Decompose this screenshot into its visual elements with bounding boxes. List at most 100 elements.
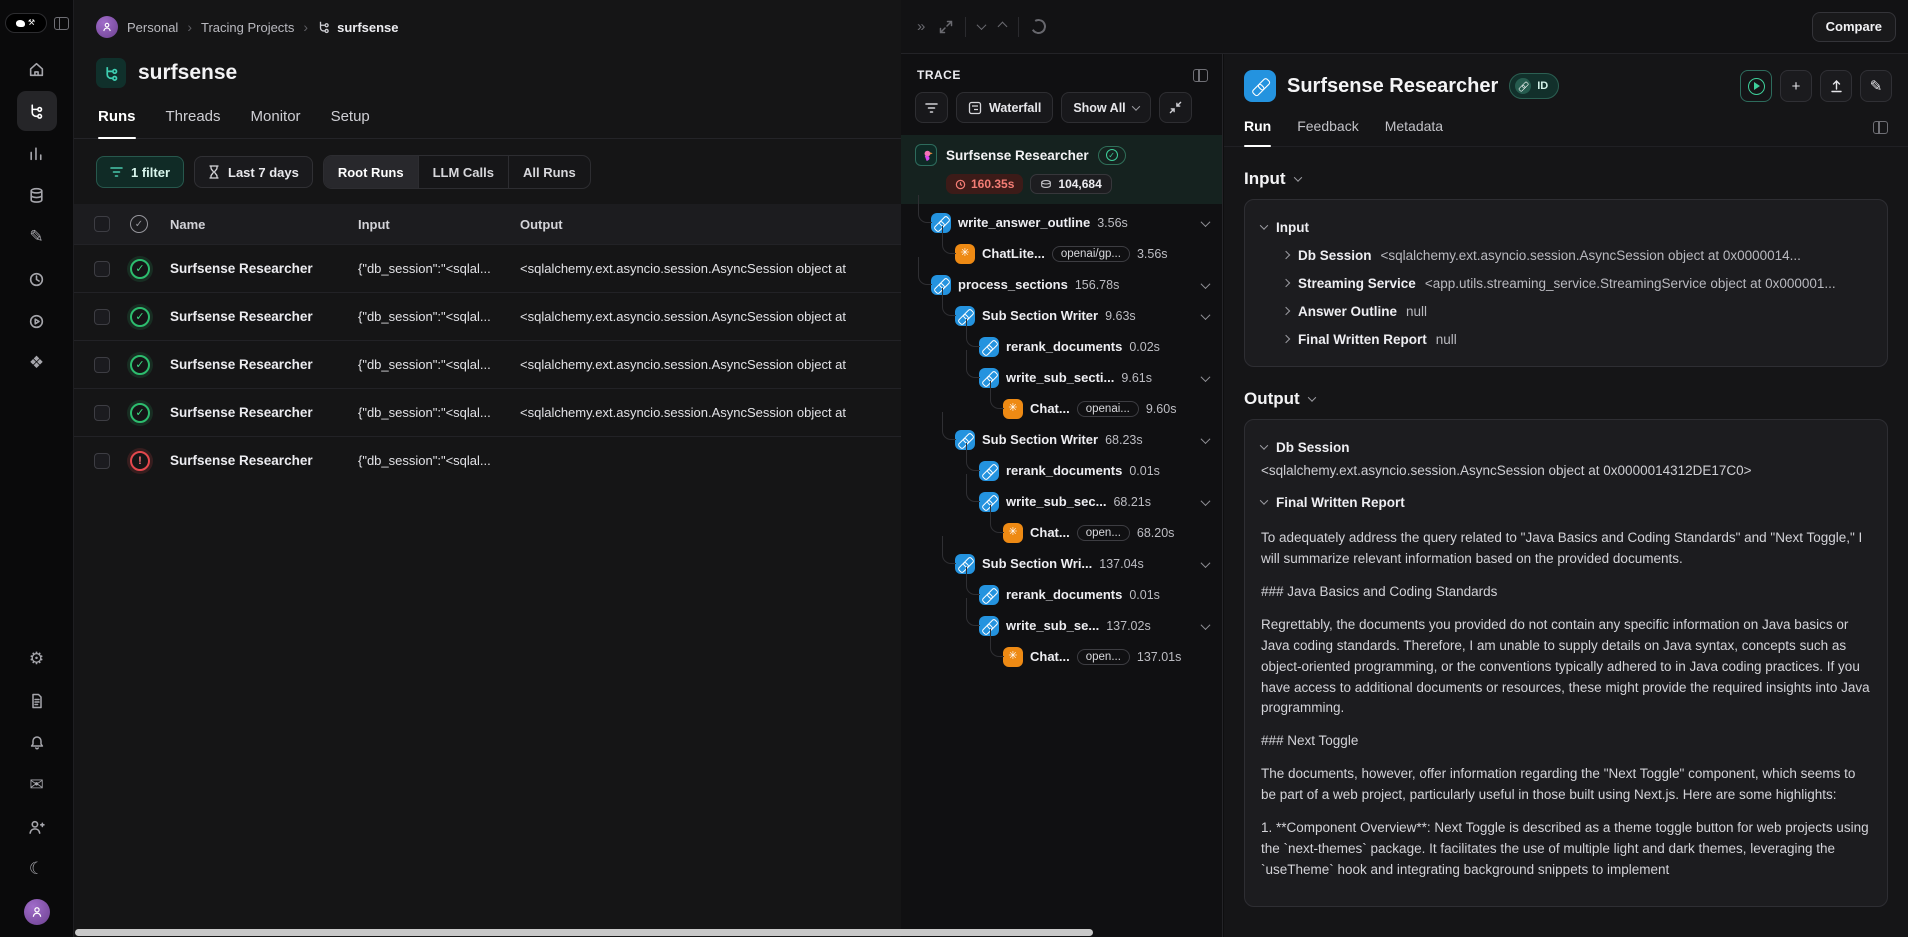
date-range-button[interactable]: Last 7 days	[194, 156, 313, 188]
waterfall-button[interactable]: Waterfall	[956, 92, 1053, 123]
sidebar-item-home[interactable]	[17, 49, 57, 89]
filter-chip[interactable]: 1 filter	[96, 156, 184, 188]
sidebar-item-playground[interactable]	[17, 301, 57, 341]
tab-metadata[interactable]: Metadata	[1385, 118, 1443, 146]
sidebar-item-settings[interactable]: ⚙	[17, 639, 57, 679]
segment-all-runs[interactable]: All Runs	[508, 156, 590, 188]
sidebar-item-invite[interactable]	[17, 807, 57, 847]
column-header-input[interactable]: Input	[358, 217, 520, 232]
row-checkbox[interactable]	[94, 453, 110, 469]
column-header-name[interactable]: Name	[170, 217, 358, 232]
output-key-row[interactable]: Final Written Report	[1261, 488, 1871, 516]
input-root-row[interactable]: Input	[1261, 213, 1871, 241]
sidebar-item-inbox[interactable]: ✉	[17, 765, 57, 805]
sidebar-item-history[interactable]	[17, 259, 57, 299]
trace-filter-button[interactable]	[915, 92, 948, 123]
tab-setup[interactable]: Setup	[331, 108, 370, 138]
chevron-down-icon[interactable]	[1202, 494, 1209, 509]
trace-root-node[interactable]: Surfsense Researcher ✓ 160.35s 104,684	[901, 135, 1222, 204]
status-column-icon[interactable]: ✓	[130, 215, 148, 233]
collapse-all-button[interactable]	[1159, 92, 1192, 123]
chevron-down-icon[interactable]	[977, 20, 987, 30]
table-row[interactable]: ! Surfsense Researcher {"db_session":"<s…	[74, 436, 901, 484]
breadcrumb-project[interactable]: surfsense	[317, 20, 398, 35]
row-checkbox[interactable]	[94, 405, 110, 421]
input-section-header[interactable]: Input	[1244, 169, 1888, 189]
compare-button[interactable]: Compare	[1812, 12, 1896, 42]
add-to-dataset-button[interactable]: +	[1780, 70, 1812, 102]
trace-node[interactable]: write_sub_sec... 68.21s	[901, 486, 1222, 517]
horizontal-scrollbar[interactable]	[75, 929, 1093, 936]
trace-node[interactable]: Sub Section Writer 9.63s	[901, 300, 1222, 331]
input-field-row[interactable]: Streaming Service <app.utils.streaming_s…	[1261, 269, 1871, 297]
column-header-output[interactable]: Output	[520, 217, 901, 232]
chevron-up-icon[interactable]	[998, 22, 1008, 32]
sidebar-item-datasets[interactable]	[17, 175, 57, 215]
tab-runs[interactable]: Runs	[98, 108, 136, 138]
chevron-down-icon[interactable]	[1202, 215, 1209, 230]
sidebar-item-annotation[interactable]: ✎	[17, 217, 57, 257]
trace-node[interactable]: Sub Section Wri... 137.04s	[901, 548, 1222, 579]
sidebar-item-docs[interactable]	[17, 681, 57, 721]
panel-split-icon[interactable]	[1873, 121, 1888, 134]
trace-node[interactable]: Sub Section Writer 68.23s	[901, 424, 1222, 455]
sidebar-collapse-icon[interactable]	[54, 17, 69, 30]
tab-run[interactable]: Run	[1244, 118, 1271, 146]
trace-node[interactable]: ✳ Chat... open... 137.01s	[901, 641, 1222, 672]
sidebar-item-monitoring[interactable]	[17, 133, 57, 173]
run-name[interactable]: Surfsense Researcher	[170, 261, 358, 276]
tab-monitor[interactable]: Monitor	[251, 108, 301, 138]
chevron-down-icon[interactable]	[1202, 308, 1209, 323]
segment-root-runs[interactable]: Root Runs	[324, 156, 418, 188]
row-checkbox[interactable]	[94, 309, 110, 325]
open-in-playground-button[interactable]	[1740, 70, 1772, 102]
expand-icon[interactable]	[939, 20, 953, 34]
sidebar-item-theme[interactable]: ☾	[17, 849, 57, 889]
trace-node[interactable]: rerank_documents 0.01s	[901, 455, 1222, 486]
table-row[interactable]: ✓ Surfsense Researcher {"db_session":"<s…	[74, 244, 901, 292]
run-name[interactable]: Surfsense Researcher	[170, 453, 358, 468]
run-name[interactable]: Surfsense Researcher	[170, 357, 358, 372]
segment-llm-calls[interactable]: LLM Calls	[418, 156, 508, 188]
panel-split-icon[interactable]	[1193, 69, 1208, 82]
tab-threads[interactable]: Threads	[166, 108, 221, 138]
sidebar-item-notifications[interactable]	[17, 723, 57, 763]
run-name[interactable]: Surfsense Researcher	[170, 405, 358, 420]
tab-feedback[interactable]: Feedback	[1297, 118, 1358, 146]
output-section-header[interactable]: Output	[1244, 389, 1888, 409]
close-panel-icon[interactable]: »	[917, 18, 925, 35]
sidebar-item-tracing[interactable]	[17, 91, 57, 131]
show-all-dropdown[interactable]: Show All	[1061, 92, 1150, 123]
row-checkbox[interactable]	[94, 261, 110, 277]
trace-node[interactable]: write_sub_secti... 9.61s	[901, 362, 1222, 393]
trace-node[interactable]: write_sub_se... 137.02s	[901, 610, 1222, 641]
table-row[interactable]: ✓ Surfsense Researcher {"db_session":"<s…	[74, 388, 901, 436]
output-key-row[interactable]: Db Session	[1261, 433, 1871, 461]
chevron-down-icon[interactable]	[1202, 432, 1209, 447]
chevron-down-icon[interactable]	[1202, 277, 1209, 292]
annotate-button[interactable]: ✎	[1860, 70, 1892, 102]
table-row[interactable]: ✓ Surfsense Researcher {"db_session":"<s…	[74, 292, 901, 340]
chevron-down-icon[interactable]	[1202, 556, 1209, 571]
trace-node[interactable]: rerank_documents 0.01s	[901, 579, 1222, 610]
chevron-down-icon[interactable]	[1202, 618, 1209, 633]
chevron-right-icon	[1282, 251, 1290, 259]
chevron-down-icon[interactable]	[1202, 370, 1209, 385]
row-checkbox[interactable]	[94, 357, 110, 373]
user-avatar[interactable]	[24, 899, 50, 925]
sidebar-item-modules[interactable]: ❖	[17, 343, 57, 383]
breadcrumb-section[interactable]: Tracing Projects	[201, 20, 294, 35]
run-name[interactable]: Surfsense Researcher	[170, 309, 358, 324]
breadcrumb-org[interactable]: Personal	[127, 20, 178, 35]
input-field-row[interactable]: Db Session <sqlalchemy.ext.asyncio.sessi…	[1261, 241, 1871, 269]
org-avatar[interactable]	[96, 16, 118, 38]
trace-node[interactable]: ✳ ChatLite... openai/gp... 3.56s	[901, 238, 1222, 269]
input-field-row[interactable]: Answer Outline null	[1261, 297, 1871, 325]
table-row[interactable]: ✓ Surfsense Researcher {"db_session":"<s…	[74, 340, 901, 388]
select-all-checkbox[interactable]	[94, 216, 110, 232]
clock-history-icon	[28, 271, 45, 288]
input-field-row[interactable]: Final Written Report null	[1261, 325, 1871, 353]
share-button[interactable]	[1820, 70, 1852, 102]
run-id-badge[interactable]: ID	[1509, 73, 1559, 99]
trace-node[interactable]: rerank_documents 0.02s	[901, 331, 1222, 362]
